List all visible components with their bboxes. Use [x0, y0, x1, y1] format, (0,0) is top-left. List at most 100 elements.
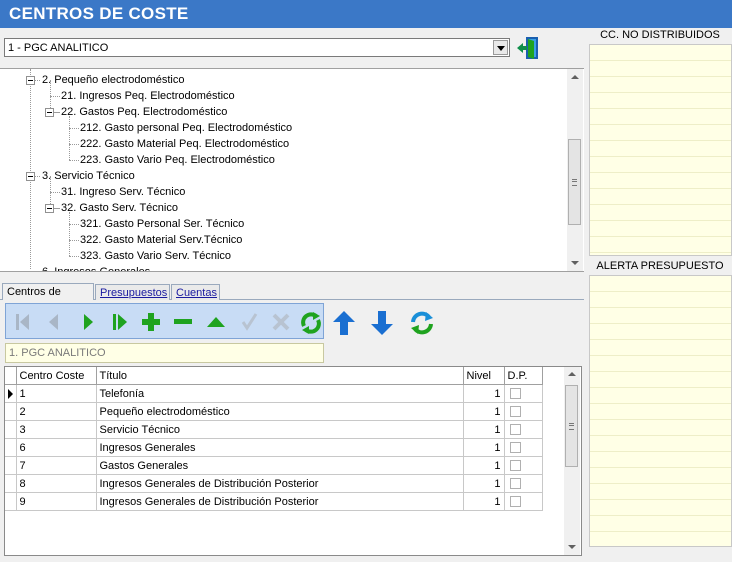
tab-cuentas[interactable]: Cuentas — [171, 284, 220, 300]
tab-presupuestos[interactable]: Presupuestos — [95, 284, 170, 300]
prior-record-icon[interactable] — [39, 304, 69, 340]
grid-scrollbar[interactable] — [564, 367, 580, 555]
cell-nivel[interactable]: 1 — [462, 492, 505, 511]
table-row[interactable]: 3 Servicio Técnico 1 — [5, 420, 543, 439]
table-row[interactable]: 6 Ingresos Generales 1 — [5, 438, 543, 457]
cell-titulo[interactable]: Telefonía — [95, 384, 464, 403]
dp-checkbox[interactable] — [509, 388, 521, 400]
row-indicator[interactable] — [5, 420, 17, 439]
column-header-dp[interactable]: D.P. — [503, 367, 543, 385]
budget-alert-list[interactable] — [589, 275, 732, 547]
cell-nivel[interactable]: 1 — [462, 438, 505, 457]
column-header-centro-coste[interactable]: Centro Coste — [15, 367, 97, 385]
tree-node[interactable]: 321. Gasto Personal Ser. Técnico — [80, 216, 244, 232]
cancel-record-icon[interactable] — [266, 304, 296, 340]
collapse-icon[interactable] — [26, 172, 35, 181]
exit-door-icon[interactable] — [516, 36, 542, 60]
sync-icon[interactable] — [403, 304, 439, 340]
plan-combo[interactable]: 1 - PGC ANALITICO — [4, 38, 510, 57]
next-record-icon[interactable] — [74, 304, 104, 340]
move-up-icon[interactable] — [326, 304, 362, 340]
cell-centro-coste[interactable]: 8 — [15, 474, 97, 493]
cell-dp[interactable] — [503, 492, 543, 511]
cell-centro-coste[interactable]: 6 — [15, 438, 97, 457]
dp-checkbox[interactable] — [509, 424, 521, 436]
cell-dp[interactable] — [503, 456, 543, 475]
cell-centro-coste[interactable]: 1 — [15, 384, 97, 403]
tree-node[interactable]: 32. Gasto Serv. Técnico — [61, 200, 178, 216]
column-header-nivel[interactable]: Nivel — [462, 367, 505, 385]
cost-center-grid[interactable]: Centro Coste Título Nivel D.P. 1 Telefoní… — [4, 366, 582, 556]
tree-node[interactable]: 2. Pequeño electrodoméstico — [42, 72, 184, 88]
add-record-icon[interactable] — [136, 304, 166, 340]
cell-nivel[interactable]: 1 — [462, 474, 505, 493]
collapse-icon[interactable] — [45, 204, 54, 213]
cell-nivel[interactable]: 1 — [462, 402, 505, 421]
table-row[interactable]: 2 Pequeño electrodoméstico 1 — [5, 402, 543, 421]
cell-dp[interactable] — [503, 384, 543, 403]
tree-node[interactable]: 223. Gasto Vario Peq. Electrodoméstico — [80, 152, 275, 168]
refresh-record-icon[interactable] — [295, 304, 325, 340]
scroll-up-icon[interactable] — [571, 75, 579, 79]
tree-node[interactable]: 6. Ingresos Generales — [42, 264, 150, 271]
collapse-icon[interactable] — [26, 76, 35, 85]
dp-checkbox[interactable] — [509, 406, 521, 418]
table-row[interactable]: 9 Ingresos Generales de Distribución Post… — [5, 492, 543, 511]
row-indicator[interactable] — [5, 438, 17, 457]
row-indicator[interactable] — [5, 456, 17, 475]
cell-dp[interactable] — [503, 474, 543, 493]
tree-node[interactable]: 22. Gastos Peq. Electrodoméstico — [61, 104, 227, 120]
row-indicator[interactable] — [5, 492, 17, 511]
row-indicator[interactable] — [5, 384, 17, 403]
cell-dp[interactable] — [503, 420, 543, 439]
dp-checkbox[interactable] — [509, 442, 521, 454]
dp-checkbox[interactable] — [509, 478, 521, 490]
cell-titulo[interactable]: Pequeño electrodoméstico — [95, 402, 464, 421]
tree-node[interactable]: 222. Gasto Material Peq. Electrodoméstic… — [80, 136, 289, 152]
cell-titulo[interactable]: Ingresos Generales de Distribución Poste… — [95, 492, 464, 511]
move-down-icon[interactable] — [364, 304, 400, 340]
last-record-icon[interactable] — [105, 304, 135, 340]
column-header-titulo[interactable]: Título — [95, 367, 464, 385]
first-record-icon[interactable] — [8, 304, 38, 340]
tree-scrollbar[interactable] — [567, 69, 583, 271]
table-row[interactable]: 7 Gastos Generales 1 — [5, 456, 543, 475]
tree-node[interactable]: 31. Ingreso Serv. Técnico — [61, 184, 185, 200]
undistributed-list[interactable] — [589, 44, 732, 256]
cell-titulo[interactable]: Gastos Generales — [95, 456, 464, 475]
scroll-up-icon[interactable] — [568, 372, 576, 376]
row-indicator[interactable] — [5, 474, 17, 493]
cell-centro-coste[interactable]: 9 — [15, 492, 97, 511]
tree-node[interactable]: 212. Gasto personal Peq. Electrodoméstic… — [80, 120, 292, 136]
tree-node[interactable]: 3. Servicio Técnico — [42, 168, 135, 184]
cell-nivel[interactable]: 1 — [462, 420, 505, 439]
dp-checkbox[interactable] — [509, 496, 521, 508]
delete-record-icon[interactable] — [168, 304, 198, 340]
row-indicator[interactable] — [5, 402, 17, 421]
cell-dp[interactable] — [503, 438, 543, 457]
tree-node[interactable]: 323. Gasto Vario Serv. Técnico — [80, 248, 231, 264]
tree-node[interactable]: 322. Gasto Material Serv.Técnico — [80, 232, 242, 248]
post-record-icon[interactable] — [234, 304, 264, 340]
edit-record-icon[interactable] — [201, 304, 231, 340]
cell-centro-coste[interactable]: 7 — [15, 456, 97, 475]
dp-checkbox[interactable] — [509, 460, 521, 472]
chevron-down-icon[interactable] — [493, 40, 508, 55]
cost-center-tree[interactable]: 2. Pequeño electrodoméstico 21. Ingresos … — [0, 68, 584, 272]
grid-scroll-thumb[interactable] — [565, 385, 578, 467]
cell-centro-coste[interactable]: 2 — [15, 402, 97, 421]
tree-scroll-thumb[interactable] — [568, 139, 581, 225]
cell-nivel[interactable]: 1 — [462, 384, 505, 403]
cell-titulo[interactable]: Ingresos Generales de Distribución Poste… — [95, 474, 464, 493]
table-row[interactable]: 1 Telefonía 1 — [5, 384, 543, 403]
tab-centros-de-coste[interactable]: Centros de Coste — [2, 283, 94, 314]
cell-titulo[interactable]: Servicio Técnico — [95, 420, 464, 439]
scroll-down-icon[interactable] — [571, 261, 579, 265]
cell-nivel[interactable]: 1 — [462, 456, 505, 475]
scroll-down-icon[interactable] — [568, 545, 576, 549]
cell-centro-coste[interactable]: 3 — [15, 420, 97, 439]
tree-node[interactable]: 21. Ingresos Peq. Electrodoméstico — [61, 88, 235, 104]
cell-titulo[interactable]: Ingresos Generales — [95, 438, 464, 457]
cell-dp[interactable] — [503, 402, 543, 421]
table-row[interactable]: 8 Ingresos Generales de Distribución Post… — [5, 474, 543, 493]
